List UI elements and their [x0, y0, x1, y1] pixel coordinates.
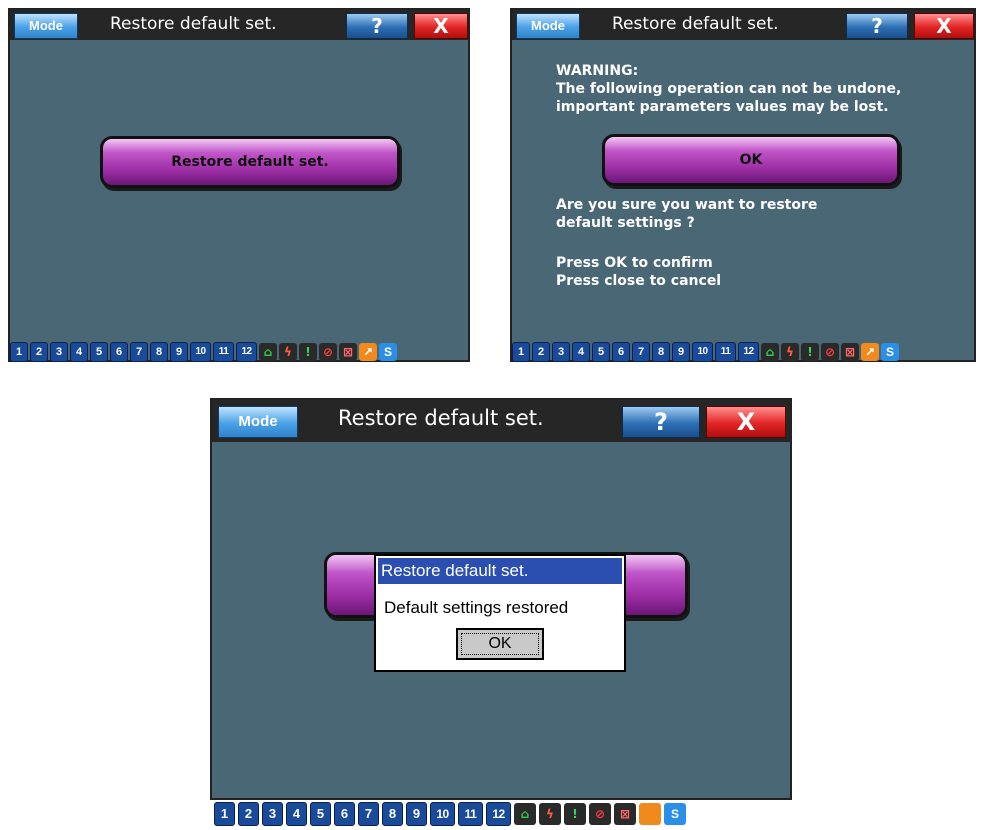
channel-3-button[interactable]: 3 [50, 342, 68, 362]
question-line: Are you sure you want to restore [556, 197, 818, 213]
no-entry-icon[interactable]: ⊘ [821, 343, 839, 361]
instruction-line: Press close to cancel [556, 273, 722, 289]
close-button[interactable]: X [914, 13, 974, 39]
screen-restore-done: Mode Restore default set. ? X Restore de… [210, 398, 792, 826]
no-document-icon[interactable]: ⊠ [841, 343, 859, 361]
channel-5-button[interactable]: 5 [310, 802, 331, 826]
channel-7-button[interactable]: 7 [358, 802, 379, 826]
no-document-icon[interactable]: ⊠ [614, 803, 636, 825]
title-bar: Mode Restore default set. ? X [10, 10, 468, 40]
thermometer-icon[interactable]: ǃ [299, 343, 317, 361]
warning-line: WARNING: [556, 63, 639, 79]
title-bar: Mode Restore default set. ? X [512, 10, 974, 40]
s-icon[interactable]: S [379, 343, 397, 361]
dialog-ok-button[interactable]: OK [456, 628, 544, 660]
restore-dialog: Restore default set. Default settings re… [374, 554, 626, 672]
warning-line: The following operation can not be undon… [556, 81, 902, 97]
channel-7-button[interactable]: 7 [632, 342, 650, 362]
mode-button[interactable]: Mode [218, 406, 298, 438]
no-document-icon[interactable]: ⊠ [339, 343, 357, 361]
lock-icon[interactable]: ⌂ [514, 803, 536, 825]
channel-10-button[interactable]: 10 [190, 342, 211, 362]
channel-4-button[interactable]: 4 [572, 342, 590, 362]
orange-square-icon[interactable] [639, 803, 661, 825]
instructions: Press OK to confirm Press close to cance… [556, 254, 721, 290]
help-button[interactable]: ? [846, 13, 908, 39]
lightning-icon[interactable]: ϟ [539, 803, 561, 825]
channel-7-button[interactable]: 7 [130, 342, 148, 362]
channel-6-button[interactable]: 6 [110, 342, 128, 362]
dialog-message: Default settings restored [384, 598, 569, 617]
lightning-icon[interactable]: ϟ [781, 343, 799, 361]
channel-5-button[interactable]: 5 [592, 342, 610, 362]
mode-button[interactable]: Mode [516, 13, 580, 39]
channel-11-button[interactable]: 11 [458, 802, 483, 826]
page-title: Restore default set. [338, 406, 544, 430]
arrow-icon[interactable]: ↗ [861, 343, 879, 361]
warning-line: important parameters values may be lost. [556, 99, 889, 115]
mode-button[interactable]: Mode [14, 13, 78, 39]
thermometer-icon[interactable]: ǃ [564, 803, 586, 825]
channel-12-button[interactable]: 12 [486, 802, 511, 826]
arrow-icon[interactable]: ↗ [359, 343, 377, 361]
lock-icon[interactable]: ⌂ [761, 343, 779, 361]
channel-8-button[interactable]: 8 [652, 342, 670, 362]
help-button[interactable]: ? [622, 406, 700, 438]
channel-8-button[interactable]: 8 [150, 342, 168, 362]
instruction-line: Press OK to confirm [556, 255, 713, 271]
channel-1-button[interactable]: 1 [512, 342, 530, 362]
bottom-toolbar: 1 2 3 4 5 6 7 8 9 10 11 12 ⌂ ϟ ǃ ⊘ ⊠ ↗ S [512, 342, 899, 362]
channel-4-button[interactable]: 4 [286, 802, 307, 826]
channel-2-button[interactable]: 2 [532, 342, 550, 362]
channel-4-button[interactable]: 4 [70, 342, 88, 362]
lock-icon[interactable]: ⌂ [259, 343, 277, 361]
channel-12-button[interactable]: 12 [236, 342, 257, 362]
screen-restore-start: Mode Restore default set. ? X Restore de… [8, 8, 470, 362]
help-button[interactable]: ? [346, 13, 408, 39]
channel-3-button[interactable]: 3 [552, 342, 570, 362]
bottom-toolbar: 1 2 3 4 5 6 7 8 9 10 11 12 ⌂ ϟ ǃ ⊘ ⊠ S [214, 802, 686, 826]
channel-5-button[interactable]: 5 [90, 342, 108, 362]
title-bar: Mode Restore default set. ? X [212, 400, 790, 442]
question-line: default settings ? [556, 215, 695, 231]
channel-9-button[interactable]: 9 [672, 342, 690, 362]
channel-11-button[interactable]: 11 [213, 342, 234, 362]
page-title: Restore default set. [612, 14, 779, 34]
warning-text: WARNING: The following operation can not… [556, 62, 901, 116]
page-title: Restore default set. [110, 14, 277, 34]
channel-3-button[interactable]: 3 [262, 802, 283, 826]
channel-1-button[interactable]: 1 [214, 802, 235, 826]
channel-2-button[interactable]: 2 [30, 342, 48, 362]
s-icon[interactable]: S [664, 803, 686, 825]
dialog-title: Restore default set. [378, 558, 622, 584]
channel-12-button[interactable]: 12 [738, 342, 759, 362]
bottom-toolbar: 1 2 3 4 5 6 7 8 9 10 11 12 ⌂ ϟ ǃ ⊘ ⊠ ↗ S [10, 342, 397, 362]
s-icon[interactable]: S [881, 343, 899, 361]
lightning-icon[interactable]: ϟ [279, 343, 297, 361]
channel-6-button[interactable]: 6 [612, 342, 630, 362]
channel-10-button[interactable]: 10 [430, 802, 455, 826]
confirm-question: Are you sure you want to restore default… [556, 196, 817, 232]
close-button[interactable]: X [706, 406, 786, 438]
screen-restore-confirm: Mode Restore default set. ? X WARNING: T… [510, 8, 976, 362]
channel-9-button[interactable]: 9 [406, 802, 427, 826]
channel-6-button[interactable]: 6 [334, 802, 355, 826]
close-button[interactable]: X [414, 13, 468, 39]
thermometer-icon[interactable]: ǃ [801, 343, 819, 361]
ok-button[interactable]: OK [602, 134, 900, 186]
channel-9-button[interactable]: 9 [170, 342, 188, 362]
restore-default-button[interactable]: Restore default set. [100, 136, 400, 188]
channel-11-button[interactable]: 11 [715, 342, 736, 362]
channel-10-button[interactable]: 10 [692, 342, 713, 362]
channel-1-button[interactable]: 1 [10, 342, 28, 362]
channel-8-button[interactable]: 8 [382, 802, 403, 826]
channel-2-button[interactable]: 2 [238, 802, 259, 826]
no-entry-icon[interactable]: ⊘ [319, 343, 337, 361]
no-entry-icon[interactable]: ⊘ [589, 803, 611, 825]
